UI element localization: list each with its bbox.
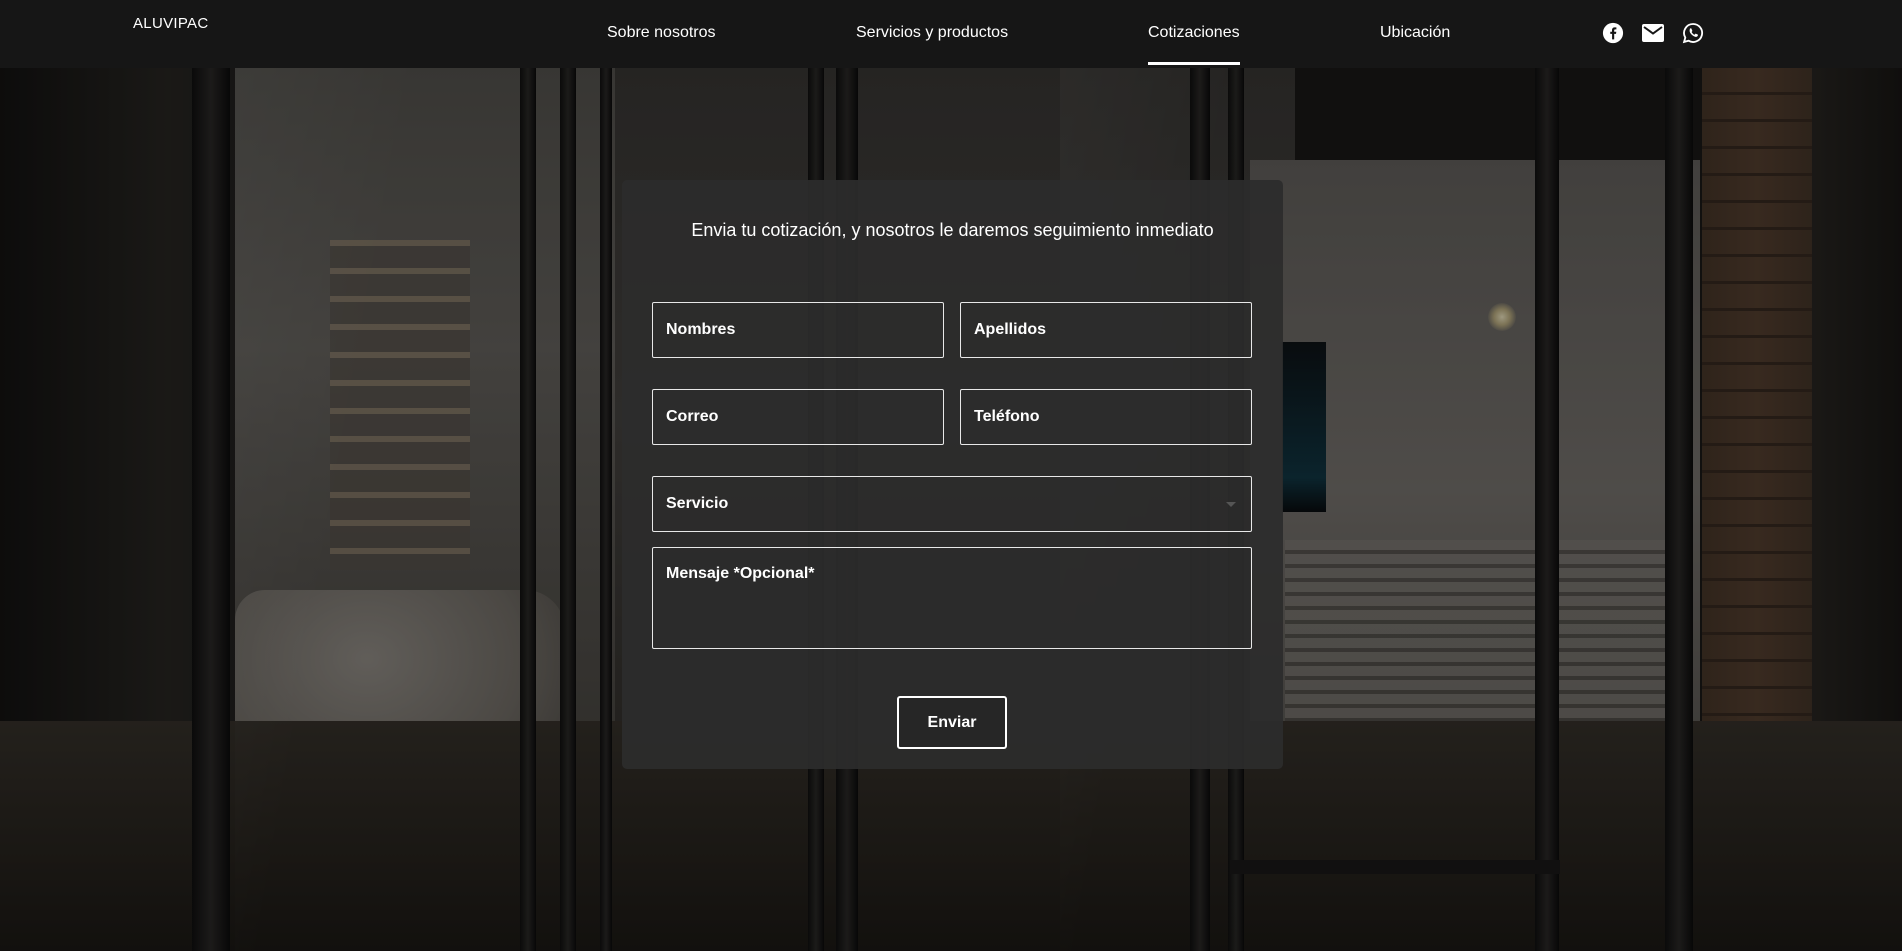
servicio-select[interactable]: Servicio <box>652 476 1252 532</box>
mensaje-textarea[interactable] <box>652 547 1252 649</box>
whatsapp-icon[interactable] <box>1681 21 1705 45</box>
correo-input[interactable] <box>652 389 944 445</box>
nav-link-cotizaciones[interactable]: Cotizaciones <box>1148 24 1240 65</box>
facebook-icon[interactable] <box>1601 21 1625 45</box>
quote-form-panel: Envia tu cotización, y nosotros le darem… <box>622 180 1283 769</box>
apellidos-input[interactable] <box>960 302 1252 358</box>
social-links <box>1601 21 1705 45</box>
chevron-down-icon <box>1226 501 1236 507</box>
mail-icon[interactable] <box>1641 21 1665 45</box>
form-title: Envia tu cotización, y nosotros le darem… <box>691 220 1214 240</box>
telefono-input[interactable] <box>960 389 1252 445</box>
nav-link-servicios-y-productos[interactable]: Servicios y productos <box>856 24 1008 42</box>
brand-logo[interactable]: ALUVIPAC <box>133 15 208 32</box>
nav-link-sobre-nosotros[interactable]: Sobre nosotros <box>607 24 716 42</box>
enviar-button[interactable]: Enviar <box>897 696 1007 749</box>
nav-link-ubicacion[interactable]: Ubicación <box>1380 24 1450 42</box>
servicio-select-value: Servicio <box>666 495 729 512</box>
nombres-input[interactable] <box>652 302 944 358</box>
top-navbar: ALUVIPAC Sobre nosotros Servicios y prod… <box>0 0 1902 68</box>
